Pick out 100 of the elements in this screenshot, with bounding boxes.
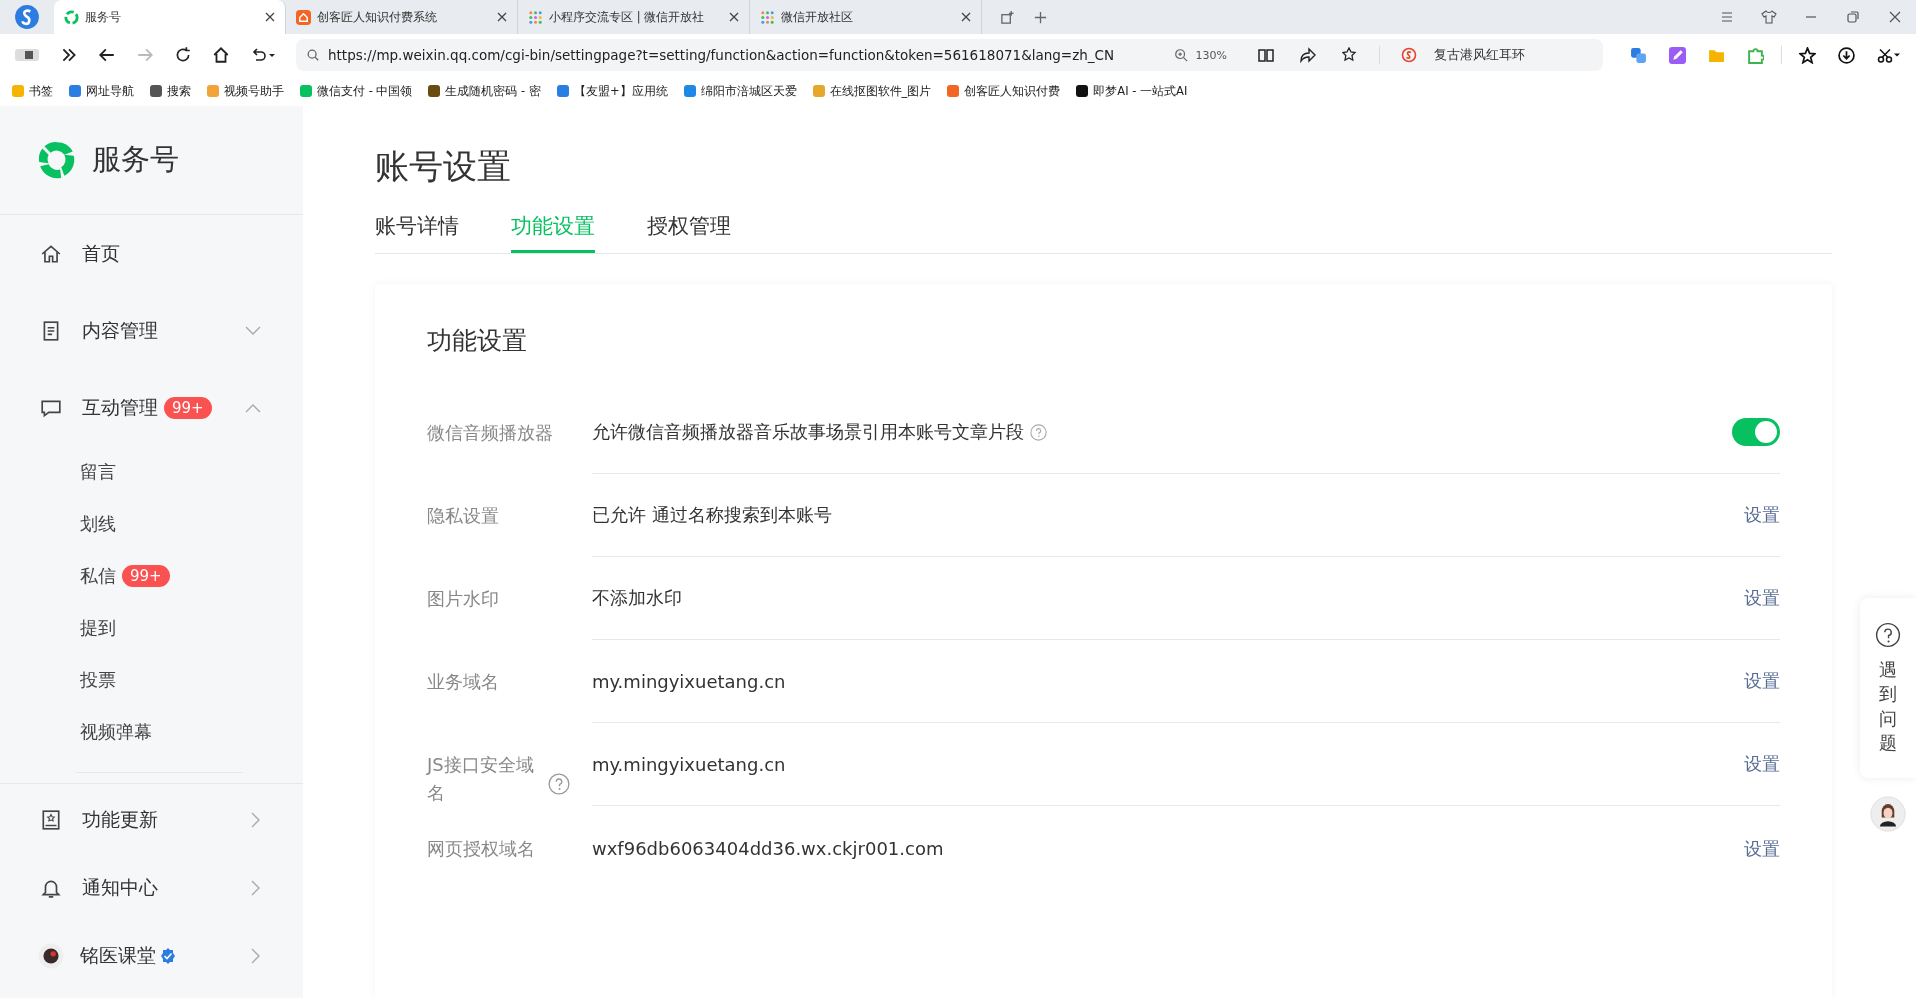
count-badge: 99+: [164, 396, 212, 419]
avatar-icon[interactable]: [1870, 796, 1906, 832]
setting-value: wxf96db6063404dd36.wx.ckjr001.com: [592, 837, 944, 861]
setting-value: 不添加水印: [592, 586, 682, 610]
book-icon: [40, 809, 62, 831]
close-icon[interactable]: [729, 12, 739, 22]
chevron-right-icon: [251, 880, 261, 896]
chevron-icon: [245, 325, 261, 336]
bookmark[interactable]: 生成随机密码 - 密: [428, 83, 541, 99]
reload-icon[interactable]: [174, 46, 192, 64]
help-panel[interactable]: 遇到问题: [1860, 598, 1916, 778]
zoom-level[interactable]: 130%: [1195, 48, 1227, 62]
bookmark[interactable]: 书签: [12, 83, 53, 99]
close-icon[interactable]: [265, 12, 275, 22]
dots-grid-icon: [760, 9, 775, 25]
tab-title: 创客匠人知识付费系统: [317, 9, 438, 25]
settings-link[interactable]: 设置: [1744, 586, 1780, 610]
setting-value: 允许微信音频播放器音乐故事场景引用本账号文章片段: [592, 420, 1024, 444]
setting-label: 网页授权域名: [427, 837, 535, 861]
double-chevron-icon[interactable]: [60, 46, 78, 64]
nav-item[interactable]: 通知中心: [40, 854, 303, 922]
tab-title: 服务号: [85, 9, 122, 25]
restore-icon[interactable]: [1845, 9, 1861, 25]
nav-item[interactable]: 铭医课堂: [40, 922, 303, 990]
home-icon[interactable]: [212, 46, 230, 64]
card-title: 功能设置: [427, 325, 528, 357]
setting-label: JS接口安全域名: [427, 753, 535, 805]
bookmark[interactable]: 绵阳市涪城区天爱: [683, 83, 797, 99]
nav-item[interactable]: 首页: [40, 215, 303, 292]
star-plus-icon[interactable]: [1342, 47, 1358, 63]
zoom-icon[interactable]: [1173, 48, 1188, 62]
settings-link[interactable]: 设置: [1744, 503, 1780, 527]
nav-subitem[interactable]: 提到: [40, 602, 303, 654]
nav-subitem[interactable]: 投票: [40, 654, 303, 706]
settings-link[interactable]: 设置: [1744, 752, 1780, 776]
bookmark[interactable]: 在线抠图软件_图片: [812, 83, 932, 99]
bookmark[interactable]: 【友盟+】应用统: [556, 83, 668, 99]
nav-item[interactable]: 互动管理 99+: [40, 369, 303, 446]
close-icon[interactable]: [497, 12, 507, 22]
setting-value: my.mingyixuetang.cn: [592, 753, 786, 775]
search-engine-icon[interactable]: [1401, 47, 1417, 63]
bookmark[interactable]: 创客匠人知识付费: [947, 83, 1061, 99]
setting-label: 图片水印: [427, 587, 499, 611]
bookmark[interactable]: 搜索: [150, 83, 191, 99]
page-tab[interactable]: 账号详情: [375, 212, 459, 253]
new-tab-icon[interactable]: [1033, 9, 1048, 25]
bookmark[interactable]: 网址导航: [69, 83, 134, 99]
puzzle-icon[interactable]: [1747, 46, 1764, 64]
dots-grid-icon: [528, 9, 543, 25]
pen-icon[interactable]: [1669, 46, 1686, 64]
search-query[interactable]: 复古港风红耳环: [1434, 46, 1525, 64]
settings-link[interactable]: 设置: [1744, 669, 1780, 693]
chevron-icon: [245, 402, 261, 413]
nav-subitem[interactable]: 划线: [40, 498, 303, 550]
brand-name: 服务号: [92, 141, 179, 178]
nav-subitem[interactable]: 私信 99+: [40, 550, 303, 602]
tab-title: 微信开放社区: [781, 9, 854, 25]
search-icon: [306, 48, 320, 62]
sidebar-toggle-icon[interactable]: [14, 46, 40, 64]
undo-icon[interactable]: [250, 46, 276, 64]
nav-subitem[interactable]: 视频弹幕: [40, 706, 303, 758]
translate-icon[interactable]: [1630, 46, 1647, 64]
shirt-icon[interactable]: [1761, 9, 1777, 25]
setting-label: 微信音频播放器: [427, 421, 553, 445]
house-icon: [296, 9, 311, 25]
scissors-icon[interactable]: [1877, 46, 1901, 64]
chevron-right-icon: [251, 948, 261, 964]
bookmark[interactable]: 微信支付 - 中国领: [300, 83, 413, 99]
bookmark[interactable]: 视频号助手: [207, 83, 284, 99]
setting-label: 业务域名: [427, 670, 499, 694]
settings-link[interactable]: 设置: [1744, 835, 1780, 863]
close-icon[interactable]: [1887, 9, 1903, 25]
page-title: 账号设置: [375, 145, 512, 188]
avatar-icon: [38, 943, 64, 969]
share-icon[interactable]: [1300, 47, 1316, 63]
setting-value: my.mingyixuetang.cn: [592, 670, 786, 692]
browser-logo-icon[interactable]: [14, 4, 40, 30]
address-bar[interactable]: https://mp.weixin.qq.com/cgi-bin/settingpage?t=setting/function&action=function&token=561618071&lang=zh_CN 130% 复古港风红耳环: [296, 39, 1603, 71]
tab-title: 小程序交流专区 | 微信开放社: [549, 9, 706, 25]
help-icon[interactable]: [548, 773, 570, 795]
chevron-right-icon: [251, 812, 261, 828]
toggle-switch[interactable]: [1732, 418, 1780, 446]
help-icon: [1875, 622, 1901, 648]
close-icon[interactable]: [961, 12, 971, 22]
help-text: 遇到问题: [1879, 658, 1897, 755]
tab-grid-icon[interactable]: [1000, 9, 1015, 25]
setting-value: 已允许 通过名称搜索到本账号: [592, 503, 832, 527]
count-badge: 99+: [122, 565, 170, 587]
page-tab[interactable]: 授权管理: [647, 212, 731, 253]
download-icon[interactable]: [1838, 46, 1855, 64]
bookmark[interactable]: 即梦AI - 一站式AI: [1076, 83, 1188, 99]
url-text: https://mp.weixin.qq.com/cgi-bin/settingpage?t=setting/function&action=function&token=561618071&lang=zh_CN: [328, 47, 1115, 63]
nav-item[interactable]: 内容管理: [40, 292, 303, 369]
nav-subitem[interactable]: 留言: [40, 446, 303, 498]
browser-tab[interactable]: 服务号: [54, 0, 286, 34]
reader-icon[interactable]: [1258, 47, 1274, 63]
back-icon[interactable]: [98, 46, 116, 64]
setting-label: 隐私设置: [427, 504, 499, 528]
nav-item[interactable]: 功能更新: [40, 786, 303, 854]
star-icon[interactable]: [1799, 46, 1816, 64]
